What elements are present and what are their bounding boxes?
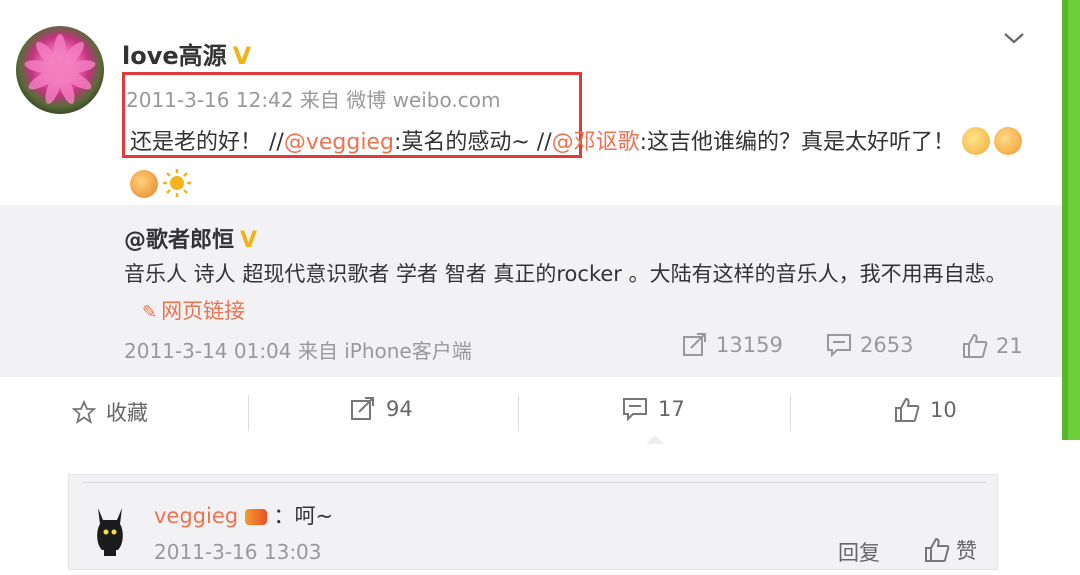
username-text[interactable]: love高源 <box>122 42 227 70</box>
comment-username[interactable]: veggieg <box>154 504 238 528</box>
favorite-button[interactable]: 收藏 <box>72 397 148 427</box>
like-count: 10 <box>930 398 957 422</box>
avatar[interactable] <box>16 26 104 114</box>
post-username[interactable]: love高源 V <box>122 36 251 71</box>
comment-time: 2011-3-16 13:03 <box>154 540 322 564</box>
repost-icon <box>683 333 706 356</box>
web-link-label[interactable]: 网页链接 <box>161 299 245 323</box>
reply-button[interactable]: 回复 <box>838 537 880 567</box>
verified-icon: V <box>232 42 252 70</box>
comment-icon <box>827 334 851 357</box>
quoted-comment-button[interactable]: 2653 <box>826 333 913 357</box>
quoted-repost-count: 13159 <box>716 333 783 357</box>
comment-button[interactable]: 17 <box>622 397 685 421</box>
mention-link[interactable]: @邓讴歌 <box>552 130 640 155</box>
post-text-part3: :这吉他谁编的？真是太好听了！ <box>639 130 956 155</box>
quoted-text-body: 音乐人 诗人 超现代意识歌者 学者 智者 真正的rocker 。大陆有这样的音乐… <box>124 262 1007 286</box>
post-text-part2: :莫名的感动~ // <box>393 130 552 155</box>
web-link[interactable]: ✎ 网页链接 <box>142 299 245 323</box>
star-icon <box>72 400 96 424</box>
quoted-repost-button[interactable]: 13159 <box>682 333 783 357</box>
link-icon: ✎ <box>142 302 158 323</box>
thumbs-up-icon <box>963 333 988 358</box>
emoji-icon <box>994 127 1023 155</box>
emoji-icon <box>130 170 158 198</box>
quoted-source[interactable]: 来自 iPhone客户端 <box>298 339 472 363</box>
divider <box>518 395 519 431</box>
quoted-username[interactable]: @歌者郎恒 V <box>124 222 257 254</box>
divider <box>82 482 986 483</box>
action-bar: 收藏 94 17 10 <box>0 385 1062 445</box>
like-button[interactable]: 10 <box>894 397 957 423</box>
quoted-username-text[interactable]: @歌者郎恒 <box>124 228 234 253</box>
verified-icon: V <box>240 228 258 253</box>
quoted-like-button[interactable]: 21 <box>962 333 1023 359</box>
comment-count: 17 <box>658 397 685 421</box>
post-text: 还是老的好！ //@veggieg:莫名的感动~ //@邓讴歌:这吉他谁编的？真… <box>130 121 1030 207</box>
quoted-time[interactable]: 2011-3-14 01:04 <box>124 339 292 363</box>
repost-button[interactable]: 94 <box>350 397 413 421</box>
thumbs-up-icon <box>925 537 950 562</box>
comment-icon <box>623 398 647 421</box>
quoted-text: 音乐人 诗人 超现代意识歌者 学者 智者 真正的rocker 。大陆有这样的音乐… <box>124 256 1024 331</box>
comment-body: veggieg ：呵~ <box>154 500 333 530</box>
repost-count: 94 <box>386 397 413 421</box>
side-strip-edge <box>1062 0 1068 440</box>
comment-like-label: 赞 <box>956 539 977 563</box>
comment-avatar[interactable] <box>90 500 130 558</box>
sun-icon <box>163 169 191 197</box>
badge-icon <box>244 509 267 525</box>
favorite-label: 收藏 <box>106 401 148 425</box>
repost-icon <box>351 397 374 420</box>
divider <box>790 395 791 431</box>
quoted-meta: 2011-3-14 01:04 来自 iPhone客户端 <box>124 335 472 364</box>
chevron-down-icon[interactable] <box>1002 26 1026 50</box>
emoji-icon <box>962 127 991 155</box>
post-text-part1: 还是老的好！ // <box>130 130 284 155</box>
thumbs-up-icon <box>895 397 920 422</box>
comment-text: ：呵~ <box>273 504 334 528</box>
mention-link[interactable]: @veggieg <box>284 130 394 155</box>
quoted-comment-count: 2653 <box>860 333 914 357</box>
comment-like-button[interactable]: 赞 <box>924 535 977 565</box>
divider <box>248 395 249 431</box>
comment-caret <box>646 435 664 444</box>
quoted-like-count: 21 <box>996 334 1023 358</box>
